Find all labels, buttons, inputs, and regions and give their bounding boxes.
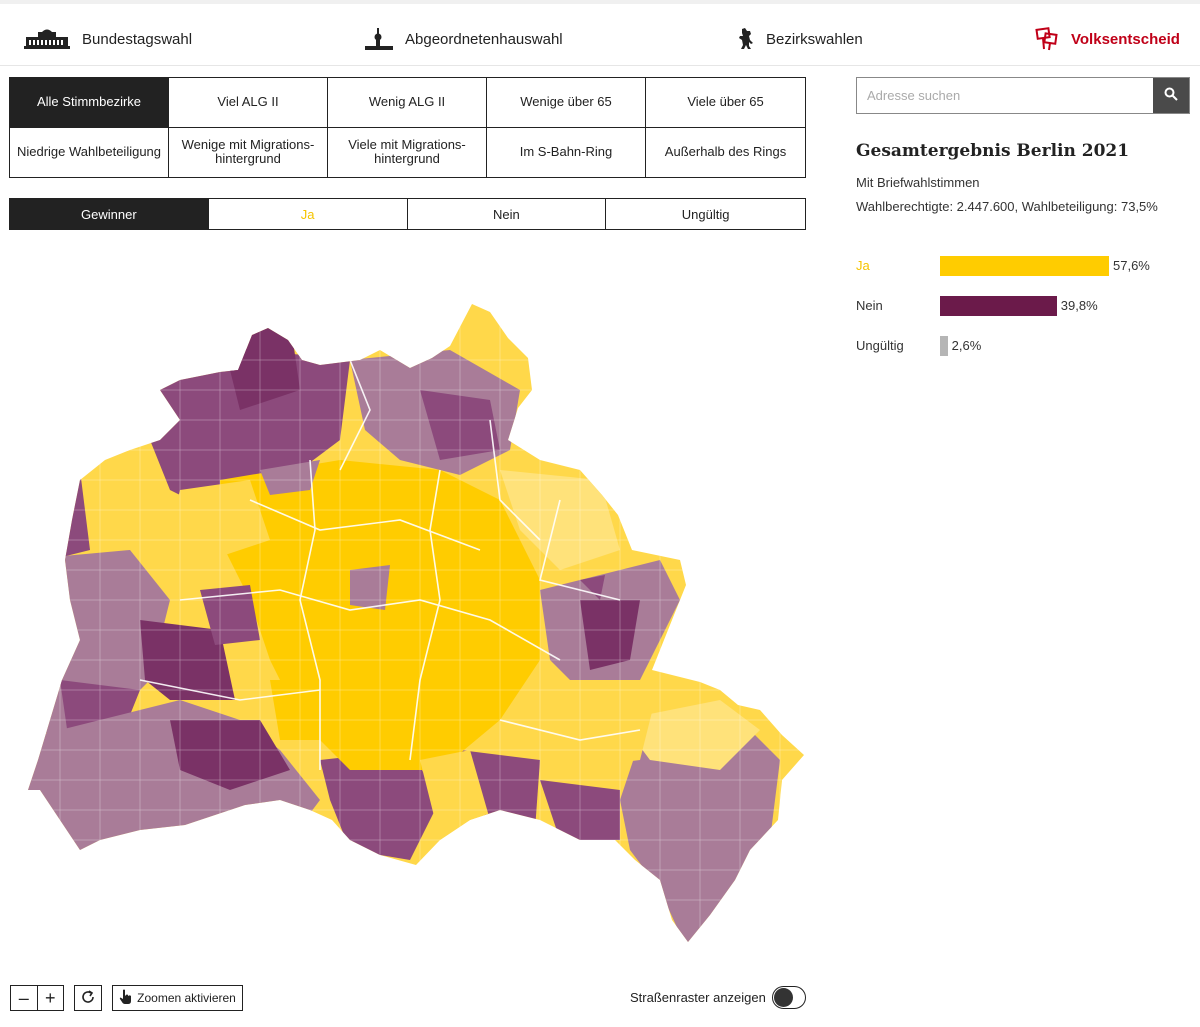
tab-nein[interactable]: Nein bbox=[408, 199, 607, 229]
result-label: Nein bbox=[856, 298, 883, 313]
berlin-bear-icon bbox=[738, 28, 754, 50]
result-row-nein: Nein 39,8% bbox=[856, 296, 1186, 316]
nav-bezirkswahlen[interactable]: Bezirkswahlen bbox=[738, 26, 863, 52]
nav-abgeordnetenhauswahl[interactable]: Abgeordnetenhauswahl bbox=[365, 26, 563, 52]
result-row-ja: Ja 57,6% bbox=[856, 256, 1186, 276]
reichstag-icon bbox=[24, 29, 70, 49]
nav-label: Bundestagswahl bbox=[82, 30, 193, 48]
zoom-out-button[interactable]: – bbox=[11, 986, 37, 1010]
nav-label: Volksentscheid bbox=[1071, 30, 1180, 48]
protest-sign-icon bbox=[1035, 27, 1059, 51]
toggle-knob bbox=[774, 988, 793, 1007]
filter-alle-stimmbezirke[interactable]: Alle Stimmbezirke bbox=[10, 78, 169, 128]
filter-im-s-bahn-ring[interactable]: Im S-Bahn-Ring bbox=[487, 127, 646, 177]
zoom-activate-label: Zoomen aktivieren bbox=[137, 991, 236, 1005]
filter-wenige-ueber-65[interactable]: Wenige über 65 bbox=[487, 78, 646, 128]
reset-view-button[interactable] bbox=[74, 985, 102, 1011]
nav-bundestagswahl[interactable]: Bundestagswahl bbox=[24, 26, 192, 52]
street-grid-label: Straßenraster anzeigen bbox=[630, 990, 766, 1005]
filter-wenig-alg-ii[interactable]: Wenig ALG II bbox=[328, 78, 487, 128]
tab-ungueltig[interactable]: Ungültig bbox=[606, 199, 805, 229]
result-row-ungueltig: Ungültig 2,6% bbox=[856, 336, 1186, 356]
tab-gewinner[interactable]: Gewinner bbox=[10, 199, 209, 229]
zoom-activate-button[interactable]: Zoomen aktivieren bbox=[112, 985, 243, 1011]
result-bar bbox=[940, 296, 1057, 316]
filter-wenige-migrationshintergrund[interactable]: Wenige mit Migrations- hintergrund bbox=[169, 127, 328, 177]
filter-viele-ueber-65[interactable]: Viele über 65 bbox=[646, 78, 805, 128]
top-navigation: Bundestagswahl Abgeordnetenhauswahl Bezi… bbox=[0, 0, 1200, 66]
result-subtitle: Mit Briefwahlstimmen bbox=[856, 175, 980, 190]
result-percent: 39,8% bbox=[1060, 298, 1098, 313]
address-search bbox=[856, 77, 1190, 114]
result-stats: Wahlberechtigte: 2.447.600, Wahlbeteilig… bbox=[856, 199, 1158, 214]
zoom-in-button[interactable]: + bbox=[36, 986, 64, 1010]
search-button[interactable] bbox=[1153, 78, 1189, 113]
result-bar bbox=[940, 256, 1109, 276]
street-grid-toggle[interactable] bbox=[772, 986, 806, 1009]
filter-viele-migrationshintergrund[interactable]: Viele mit Migrations- hintergrund bbox=[328, 127, 487, 177]
result-bar bbox=[940, 336, 948, 356]
filter-niedrige-wahlbeteiligung[interactable]: Niedrige Wahlbeteiligung bbox=[10, 127, 169, 177]
tab-ja[interactable]: Ja bbox=[209, 199, 408, 229]
result-label: Ungültig bbox=[856, 338, 904, 353]
filter-viel-alg-ii[interactable]: Viel ALG II bbox=[169, 78, 328, 128]
district-filter-grid: Alle Stimmbezirke Viel ALG II Wenig ALG … bbox=[9, 77, 806, 178]
nav-volksentscheid[interactable]: Volksentscheid bbox=[1035, 26, 1180, 52]
result-title: Gesamtergebnis Berlin 2021 bbox=[856, 141, 1130, 161]
result-percent: 57,6% bbox=[1113, 258, 1150, 273]
result-label: Ja bbox=[856, 258, 870, 273]
search-icon bbox=[1164, 87, 1178, 104]
refresh-icon bbox=[80, 989, 96, 1008]
nav-label: Abgeordnetenhauswahl bbox=[405, 30, 563, 48]
nav-label: Bezirkswahlen bbox=[766, 30, 863, 48]
hand-pointer-icon bbox=[119, 989, 133, 1008]
filter-ausserhalb-des-rings[interactable]: Außerhalb des Rings bbox=[646, 128, 805, 178]
berlin-results-map[interactable] bbox=[20, 300, 810, 950]
tv-tower-icon bbox=[365, 28, 393, 50]
result-mode-tabs: Gewinner Ja Nein Ungültig bbox=[9, 198, 806, 230]
zoom-controls: – + bbox=[10, 985, 64, 1011]
result-percent: 2,6% bbox=[951, 338, 982, 353]
address-search-input[interactable] bbox=[857, 78, 1153, 113]
